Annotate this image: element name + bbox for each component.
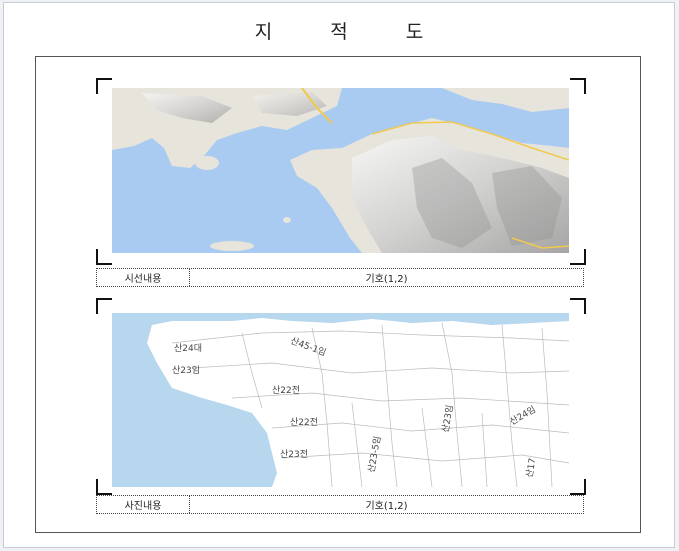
parcel-label: 산22전 xyxy=(272,385,300,396)
parcel-label: 산23-5임 xyxy=(365,435,383,474)
parcel-label: 산17 xyxy=(524,457,538,478)
crop-mark-bottom-left xyxy=(96,479,112,495)
parcel-label: 산24임 xyxy=(508,403,538,427)
crop-mark-top-left xyxy=(96,78,112,94)
document-page: 지 적 도 시선내용 기호(1,2) 산24대 산23임 산45-1임 산22전… xyxy=(3,2,675,548)
parcel-label: 산23임 xyxy=(172,364,200,376)
parcel-label: 산24대 xyxy=(174,343,202,354)
caption-value: 기호(1,2) xyxy=(365,274,408,285)
parcel-label: 산22전 xyxy=(290,417,318,428)
caption-value: 기호(1,2) xyxy=(365,501,408,512)
parcel-label: 산45-1임 xyxy=(289,335,328,359)
caption-label: 사진내용 xyxy=(97,496,190,513)
crop-mark-bottom-right xyxy=(570,249,586,265)
caption-bar-1: 시선내용 기호(1,2) xyxy=(96,268,584,287)
page-title: 지 적 도 xyxy=(254,21,450,43)
cadastral-map-image: 산24대 산23임 산45-1임 산22전 산23전 산22전 산23-5임 산… xyxy=(112,313,569,487)
terrain-map-image xyxy=(112,88,569,253)
crop-mark-top-left xyxy=(96,298,112,314)
parcel-label: 산23전 xyxy=(280,449,308,460)
crop-mark-top-right xyxy=(570,298,586,314)
parcel-label: 산23임 xyxy=(439,404,456,434)
crop-mark-bottom-right xyxy=(570,479,586,495)
crop-mark-top-right xyxy=(570,78,586,94)
caption-bar-2: 사진내용 기호(1,2) xyxy=(96,495,584,514)
crop-mark-bottom-left xyxy=(96,249,112,265)
caption-label: 시선내용 xyxy=(97,269,190,286)
